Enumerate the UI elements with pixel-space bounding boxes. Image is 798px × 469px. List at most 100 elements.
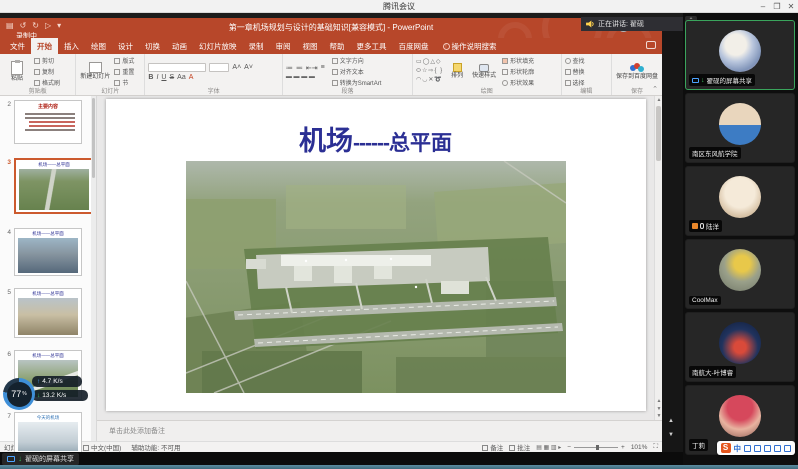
participants-sidebar: ⌃ ↓ 翟砚的屏幕共享 南区东风航学院 陆洋 CoolMax 南航大-叶博睿 丁… <box>683 13 798 469</box>
tab-insert[interactable]: 插入 <box>58 38 85 54</box>
toolbox-icon[interactable] <box>784 445 791 452</box>
comments-toggle[interactable]: 批注 <box>509 442 530 452</box>
thumbnail-slide-2[interactable]: 2 主要内容 <box>0 100 82 144</box>
replace-button[interactable]: 替换 <box>565 67 585 76</box>
change-case-button[interactable]: Aa <box>177 74 186 81</box>
tab-view[interactable]: 视图 <box>297 38 324 54</box>
tab-slideshow[interactable]: 幻灯片放映 <box>193 38 243 54</box>
select-icon <box>565 80 571 86</box>
maximize-button[interactable]: ❐ <box>770 0 784 13</box>
fit-slide-button[interactable]: ⛶ <box>653 443 658 451</box>
cut-button[interactable]: 剪切 <box>34 56 60 65</box>
shape-fill-button[interactable]: 形状填充 <box>502 56 534 65</box>
numbering-button[interactable]: ≕ <box>296 64 303 72</box>
tab-transitions[interactable]: 切换 <box>139 38 166 54</box>
reset-button[interactable]: 重置 <box>114 67 134 76</box>
mic-icon[interactable] <box>754 445 761 452</box>
paste-button[interactable]: 粘贴 <box>3 56 31 87</box>
ribbon-tab-bar: 文件 开始 插入 绘图 设计 切换 动画 幻灯片放映 录制 审阅 视图 帮助 更… <box>0 38 662 54</box>
quick-styles-button[interactable]: 快速样式 <box>471 56 497 87</box>
tab-review[interactable]: 审阅 <box>270 38 297 54</box>
thumbnail-photo <box>18 238 78 273</box>
italic-button[interactable]: I <box>156 74 158 81</box>
tab-more-tools[interactable]: 更多工具 <box>351 38 393 54</box>
zoom-out-button[interactable]: − <box>567 444 571 451</box>
tell-me-search[interactable]: ! 操作说明搜索 <box>443 38 497 54</box>
find-button[interactable]: 查找 <box>565 56 585 65</box>
new-slide-button[interactable]: 新建幻灯片 <box>79 56 111 87</box>
zoom-knob[interactable] <box>596 445 599 450</box>
zoom-level[interactable]: 101% <box>631 444 648 451</box>
shapes-gallery[interactable]: ▭◯△◇ ⬭☆⇨{ } ◠◡✕➰ <box>416 56 443 87</box>
bold-button[interactable]: B <box>148 74 153 81</box>
shrink-font-button[interactable]: A˅ <box>244 64 253 71</box>
notes-pane[interactable]: 单击此处添加备注 <box>97 420 662 441</box>
participant-tile[interactable]: 南航大-叶博睿 <box>685 312 795 382</box>
thumbnail-slide-7[interactable]: 7 今天的机场 <box>0 412 82 454</box>
comment-icon[interactable] <box>646 41 656 49</box>
line-spacing-button[interactable]: ≡ <box>321 64 325 71</box>
recording-badge: 录制中 <box>16 31 37 38</box>
copy-button[interactable]: 复制 <box>34 67 60 76</box>
editing-group: 查找 替换 选择 编辑 <box>562 54 612 95</box>
slide-canvas[interactable]: 机场------总平面 <box>106 99 646 411</box>
strikethrough-button[interactable]: S <box>169 74 174 81</box>
thumbnail-slide-5[interactable]: 5 机场——总平面 <box>0 288 82 338</box>
language-indicator[interactable]: 中文(中国) <box>83 442 121 452</box>
notes-icon <box>482 445 488 451</box>
desktop-background-band: ▲ ▼ <box>662 18 683 452</box>
scrollbar-thumb[interactable] <box>656 106 661 161</box>
thumbnail-scrollbar[interactable] <box>91 96 96 441</box>
layout-button[interactable]: 版式 <box>114 56 134 65</box>
zoom-slider[interactable]: − + <box>567 444 625 451</box>
view-switcher[interactable]: ▤ ▦ ▥ ▸ <box>536 444 561 451</box>
shape-effects-icon <box>502 80 508 86</box>
tab-draw[interactable]: 绘图 <box>85 38 112 54</box>
tab-help[interactable]: 帮助 <box>324 38 351 54</box>
tab-baidu-pan[interactable]: 百度网盘 <box>393 38 435 54</box>
lightbulb-icon: ! <box>443 43 450 50</box>
shape-outline-button[interactable]: 形状轮廓 <box>502 67 534 76</box>
punctuation-icon[interactable] <box>744 445 751 452</box>
notes-toggle[interactable]: 备注 <box>482 442 503 452</box>
participant-tile-sharer[interactable]: ↓ 翟砚的屏幕共享 <box>685 20 795 90</box>
minimize-button[interactable]: – <box>756 0 770 13</box>
underline-button[interactable]: U <box>161 74 166 81</box>
editor-scrollbar[interactable]: ▲ ▲ ▼ ▼ <box>654 96 662 420</box>
font-color-button[interactable]: A <box>189 74 194 81</box>
participant-tile[interactable]: CoolMax <box>685 239 795 309</box>
ime-mode-icon[interactable]: 中 <box>734 443 742 454</box>
thumbnail-slide-4[interactable]: 4 机场——总平面 <box>0 228 82 276</box>
usage-percent-ring[interactable]: 77% <box>3 378 35 410</box>
sogou-input-toolbar[interactable]: S 中 <box>717 441 796 455</box>
align-buttons[interactable]: ▬ ▬ ▬ ▬ <box>286 74 315 80</box>
thumbnail-slide-3-selected[interactable]: 3 机场——总平面 <box>0 158 94 214</box>
text-direction-button[interactable]: 文字方向 <box>332 56 382 65</box>
tab-design[interactable]: 设计 <box>112 38 139 54</box>
font-name-combobox[interactable] <box>148 63 206 72</box>
close-button[interactable]: ✕ <box>784 0 798 13</box>
zoom-in-button[interactable]: + <box>621 444 625 451</box>
quick-styles-icon <box>479 64 489 72</box>
participant-tile[interactable]: 陆洋 <box>685 166 795 236</box>
bullets-button[interactable]: ≔ <box>286 64 293 72</box>
participant-tile[interactable]: 南区东风航学院 <box>685 93 795 163</box>
indent-buttons[interactable]: ⇤⇥ <box>306 64 318 72</box>
tab-file[interactable]: 文件 <box>4 38 31 54</box>
download-arrow-icon: ↓ <box>37 392 40 399</box>
arrange-button[interactable]: 排列 <box>446 56 468 87</box>
tab-home[interactable]: 开始 <box>31 38 58 54</box>
align-text-button[interactable]: 对齐文本 <box>332 67 382 76</box>
collapse-ribbon-button[interactable]: ⌃ <box>652 85 658 93</box>
monitor-icon <box>7 456 15 462</box>
grow-font-button[interactable]: A˄ <box>232 64 241 71</box>
screen-share-indicator[interactable]: ↓ 翟砚的屏幕共享 <box>2 453 79 465</box>
keyboard-icon[interactable] <box>764 445 771 452</box>
sogou-logo[interactable]: S <box>721 443 731 453</box>
tab-animations[interactable]: 动画 <box>166 38 193 54</box>
font-size-combobox[interactable] <box>209 63 229 72</box>
skin-icon[interactable] <box>774 445 781 452</box>
tab-record[interactable]: 录制 <box>243 38 270 54</box>
save-to-baidu-pan-button[interactable]: 保存到百度网盘 <box>615 56 659 87</box>
accessibility-indicator[interactable]: 辅助功能: 不可用 <box>131 442 180 452</box>
